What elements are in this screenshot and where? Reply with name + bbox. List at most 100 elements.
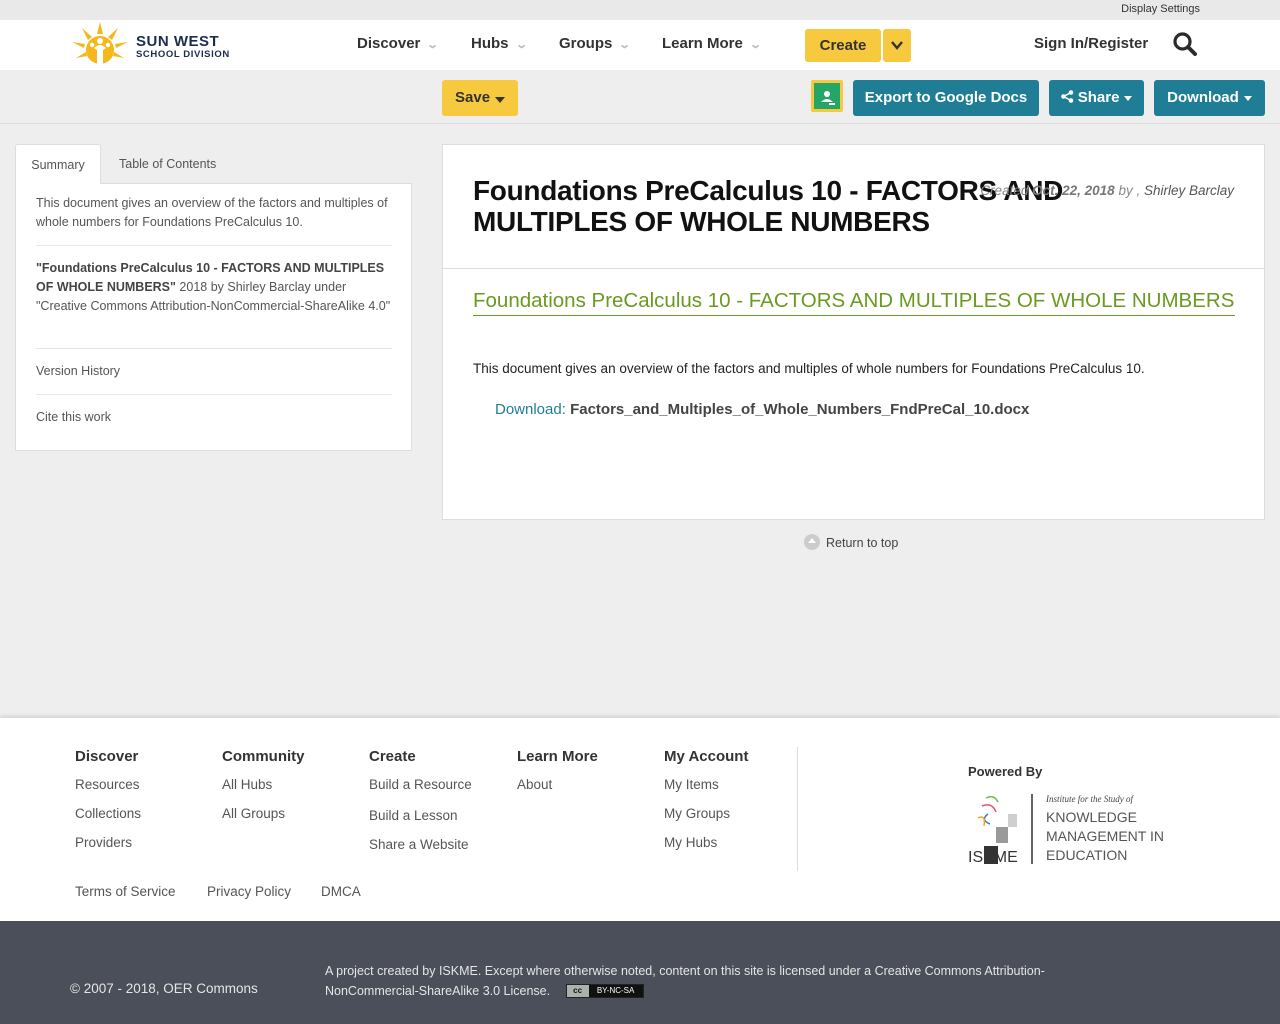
resource-card: Foundations PreCalculus 10 - FACTORS AND… (442, 144, 1265, 520)
search-button[interactable] (1172, 31, 1198, 57)
footer-heading: Community (222, 748, 305, 765)
content-bottom-spacer (0, 568, 1280, 718)
tab-table-of-contents[interactable]: Table of Contents (119, 144, 216, 184)
brand-name: SUN WEST (136, 33, 220, 50)
attribution-text: "Foundations PreCalculus 10 - FACTORS AN… (36, 259, 392, 316)
search-icon (1173, 32, 1197, 56)
top-utility-bar: Display Settings (0, 0, 1280, 20)
chevron-down-icon: ⌄ (749, 39, 762, 51)
copyright-text: © 2007 - 2018, OER Commons (70, 981, 258, 996)
arrow-up-icon (804, 534, 820, 550)
google-classroom-button[interactable] (811, 80, 843, 112)
sun-logo-icon (72, 22, 128, 64)
footer-link-my-hubs[interactable]: My Hubs (664, 835, 748, 864)
divider (36, 394, 392, 395)
license-text: A project created by ISKME. Except where… (325, 961, 1065, 1001)
by-label: by , (1118, 183, 1141, 198)
main-navigation: SUN WEST SCHOOL DIVISION Discover ⌄ Hubs ⌄… (0, 20, 1280, 70)
footer-link-build-lesson[interactable]: Build a Lesson (369, 808, 472, 837)
share-button[interactable]: Share (1049, 80, 1144, 116)
export-google-docs-button[interactable]: Export to Google Docs (853, 80, 1039, 116)
download-button[interactable]: Download (1154, 80, 1265, 116)
footer-community: Community All Hubs All Groups (222, 748, 305, 835)
display-settings-link[interactable]: Display Settings (1121, 3, 1200, 15)
resource-description: This document gives an overview of the f… (473, 361, 1145, 376)
footer-link-all-groups[interactable]: All Groups (222, 806, 305, 835)
iskme-line-management: MANAGEMENT IN (1046, 828, 1164, 844)
nav-groups[interactable]: Groups ⌄ (559, 35, 632, 52)
chevron-down-icon: ⌄ (514, 39, 528, 51)
created-date: Oct. 22, 2018 (1032, 183, 1115, 198)
cc-badge-right: BY-NC-SA (588, 985, 643, 997)
google-classroom-icon (814, 83, 840, 109)
share-icon (1060, 90, 1073, 103)
footer-link-all-hubs[interactable]: All Hubs (222, 777, 305, 806)
cc-license-badge[interactable]: cc BY-NC-SA (565, 984, 644, 998)
download-button-label: Download (1167, 89, 1239, 106)
resource-toolbar: Save Export to Google Docs Share Downloa… (0, 70, 1280, 124)
site-footer: Discover Resources Collections Providers… (0, 718, 1280, 921)
cc-badge-left: cc (566, 985, 589, 997)
footer-link-resources[interactable]: Resources (75, 777, 141, 806)
footer-link-build-resource[interactable]: Build a Resource (369, 777, 472, 808)
download-link[interactable]: Download: Factors_and_Multiples_of_Whole… (495, 401, 1029, 418)
chevron-down-icon: ⌄ (426, 39, 440, 51)
create-dropdown-button[interactable] (883, 29, 911, 62)
nav-hubs[interactable]: Hubs ⌄ (471, 35, 528, 52)
chevron-down-icon (891, 41, 903, 50)
return-to-top-link[interactable]: Return to top (804, 534, 898, 550)
footer-link-providers[interactable]: Providers (75, 835, 141, 864)
version-history-link[interactable]: Version History (36, 362, 392, 381)
divider (36, 245, 392, 246)
iskme-institute-line: Institute for the Study of (1045, 794, 1134, 804)
nav-learn-more-label: Learn More (662, 35, 743, 52)
iskme-line-knowledge: KNOWLEDGE (1046, 809, 1137, 825)
footer-bottom-bar: © 2007 - 2018, OER Commons A project cre… (0, 921, 1280, 1024)
nav-hubs-label: Hubs (471, 35, 509, 52)
footer-heading: My Account (664, 748, 749, 765)
nav-discover-label: Discover (357, 35, 421, 52)
powered-by-label: Powered By (968, 764, 1043, 779)
download-filename: Factors_and_Multiples_of_Whole_Numbers_F… (570, 401, 1030, 418)
sign-in-register-link[interactable]: Sign In/Register (1034, 35, 1148, 52)
save-button[interactable]: Save (442, 80, 518, 116)
chevron-down-icon: ⌄ (618, 39, 632, 51)
privacy-policy-link[interactable]: Privacy Policy (207, 884, 291, 899)
nav-discover[interactable]: Discover ⌄ (357, 35, 440, 52)
return-to-top-label: Return to top (826, 536, 899, 550)
footer-link-my-groups[interactable]: My Groups (664, 806, 748, 835)
terms-of-service-link[interactable]: Terms of Service (75, 884, 176, 899)
author-link[interactable]: Shirley Barclay (1144, 183, 1234, 198)
caret-down-icon (1243, 95, 1252, 101)
footer-link-about[interactable]: About (517, 777, 598, 806)
create-button[interactable]: Create (805, 29, 881, 62)
nav-learn-more[interactable]: Learn More ⌄ (662, 35, 762, 52)
footer-create: Create Build a Resource Build a Lesson S… (369, 748, 472, 866)
footer-link-my-items[interactable]: My Items (664, 777, 748, 806)
iskme-logo[interactable]: ISKME Institute for the Study of KNOWLED… (968, 792, 1178, 866)
nav-groups-label: Groups (559, 35, 613, 52)
summary-panel: This document gives an overview of the f… (15, 183, 412, 451)
created-meta: Created Oct. 22, 2018 by , Shirley Barcl… (980, 183, 1234, 198)
footer-link-share-website[interactable]: Share a Website (369, 837, 472, 866)
caret-down-icon (495, 97, 505, 103)
site-logo[interactable]: SUN WEST SCHOOL DIVISION (70, 20, 240, 68)
created-label: Created (980, 183, 1029, 198)
footer-learn-more: Learn More About (517, 748, 598, 806)
license-statement: A project created by ISKME. Except where… (325, 964, 1045, 998)
dmca-link[interactable]: DMCA (321, 884, 361, 899)
brand-subtitle: SCHOOL DIVISION (136, 49, 230, 60)
iskme-line-education: EDUCATION (1046, 847, 1127, 863)
summary-text: This document gives an overview of the f… (36, 196, 388, 229)
divider (36, 348, 392, 349)
iskme-logo-icon: ISKME Institute for the Study of KNOWLED… (968, 794, 1164, 866)
cite-this-work-link[interactable]: Cite this work (36, 408, 392, 427)
save-button-label: Save (455, 89, 491, 106)
footer-heading: Create (369, 748, 416, 765)
caret-down-icon (1124, 95, 1133, 101)
footer-link-collections[interactable]: Collections (75, 806, 141, 835)
resource-header: Foundations PreCalculus 10 - FACTORS AND… (443, 145, 1264, 269)
footer-my-account: My Account My Items My Groups My Hubs (664, 748, 748, 864)
tab-summary[interactable]: Summary (15, 144, 101, 184)
footer-divider (797, 747, 798, 871)
